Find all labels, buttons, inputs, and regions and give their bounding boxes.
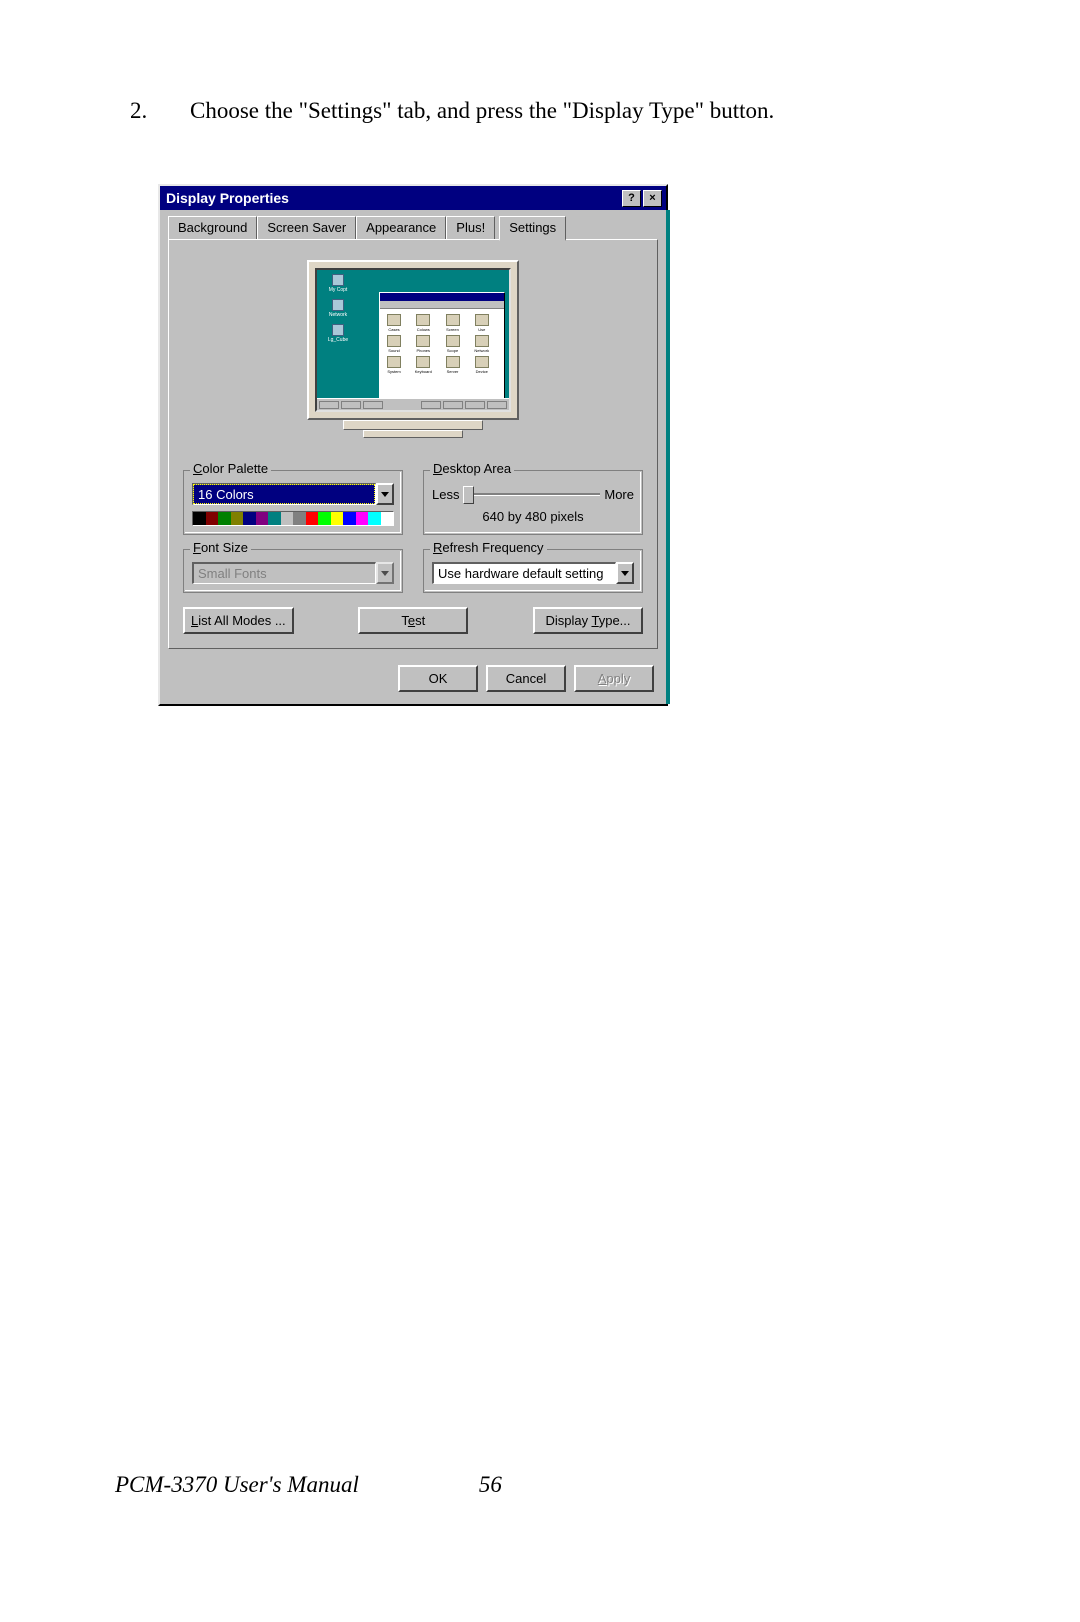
display-properties-dialog: Display Properties ? × Background Screen…: [158, 184, 668, 706]
resolution-readout: 640 by 480 pixels: [432, 509, 634, 524]
desktop-area-group: Desktop Area Less More 640 by 480 pixels: [423, 470, 643, 535]
dialog-buttons: OK Cancel Apply: [160, 657, 666, 704]
less-label: Less: [432, 487, 459, 502]
tab-plus[interactable]: Plus!: [446, 216, 495, 239]
color-swatches: [192, 511, 394, 526]
tab-settings[interactable]: Settings: [499, 216, 566, 241]
dropdown-button[interactable]: [616, 562, 634, 584]
close-button[interactable]: ×: [643, 190, 662, 207]
slider-thumb[interactable]: [463, 486, 474, 504]
titlebar[interactable]: Display Properties ? ×: [160, 186, 666, 210]
color-palette-select[interactable]: 16 Colors: [192, 483, 394, 505]
dropdown-button-disabled: [376, 562, 394, 584]
monitor-preview: My Copt Network Lg_Cube Cases Colows Scr…: [183, 250, 643, 470]
preview-desktop-icon: My Copt: [321, 274, 355, 293]
page-footer: PCM-3370 User's Manual 56: [115, 1472, 502, 1498]
desktop-sliver: [666, 210, 670, 704]
chevron-down-icon: [381, 492, 389, 497]
preview-desktop-icon: Network: [321, 299, 355, 318]
test-button[interactable]: Test: [358, 607, 468, 634]
color-palette-value: 16 Colors: [192, 483, 376, 505]
font-size-label: Font Size: [190, 540, 251, 555]
window-title: Display Properties: [164, 190, 620, 206]
manual-title: PCM-3370 User's Manual: [115, 1472, 359, 1498]
apply-button: Apply: [574, 665, 654, 692]
list-all-modes-button[interactable]: List All Modes ...: [183, 607, 294, 634]
color-palette-group: Color Palette 16 Colors: [183, 470, 403, 535]
font-size-value: Small Fonts: [192, 562, 376, 584]
refresh-frequency-label: Refresh Frequency: [430, 540, 547, 555]
refresh-frequency-group: Refresh Frequency Use hardware default s…: [423, 549, 643, 593]
display-type-button[interactable]: Display Type...: [533, 607, 643, 634]
page-number: 56: [479, 1472, 502, 1498]
preview-desktop-icon: Lg_Cube: [321, 324, 355, 343]
tab-row: Background Screen Saver Appearance Plus!…: [160, 210, 666, 239]
help-button[interactable]: ?: [622, 190, 641, 207]
settings-panel: My Copt Network Lg_Cube Cases Colows Scr…: [168, 239, 658, 649]
dropdown-button[interactable]: [376, 483, 394, 505]
instruction-line: 2. Choose the "Settings" tab, and press …: [130, 98, 774, 124]
tab-background[interactable]: Background: [168, 216, 257, 239]
refresh-frequency-value: Use hardware default setting: [432, 562, 616, 584]
instruction-text: Choose the "Settings" tab, and press the…: [190, 98, 774, 124]
chevron-down-icon: [621, 571, 629, 576]
more-label: More: [604, 487, 634, 502]
ok-button[interactable]: OK: [398, 665, 478, 692]
preview-taskbar: [317, 398, 509, 410]
instruction-number: 2.: [130, 98, 190, 124]
font-size-select: Small Fonts: [192, 562, 394, 584]
tab-appearance[interactable]: Appearance: [356, 216, 446, 239]
cancel-button[interactable]: Cancel: [486, 665, 566, 692]
resolution-slider[interactable]: [463, 483, 600, 505]
preview-window: Cases Colows Screen Use Sound Phones Sco…: [379, 292, 505, 400]
color-palette-label: Color Palette: [190, 461, 271, 476]
chevron-down-icon: [381, 571, 389, 576]
tab-screen-saver[interactable]: Screen Saver: [257, 216, 356, 239]
desktop-area-label: Desktop Area: [430, 461, 514, 476]
font-size-group: Font Size Small Fonts: [183, 549, 403, 593]
refresh-frequency-select[interactable]: Use hardware default setting: [432, 562, 634, 584]
